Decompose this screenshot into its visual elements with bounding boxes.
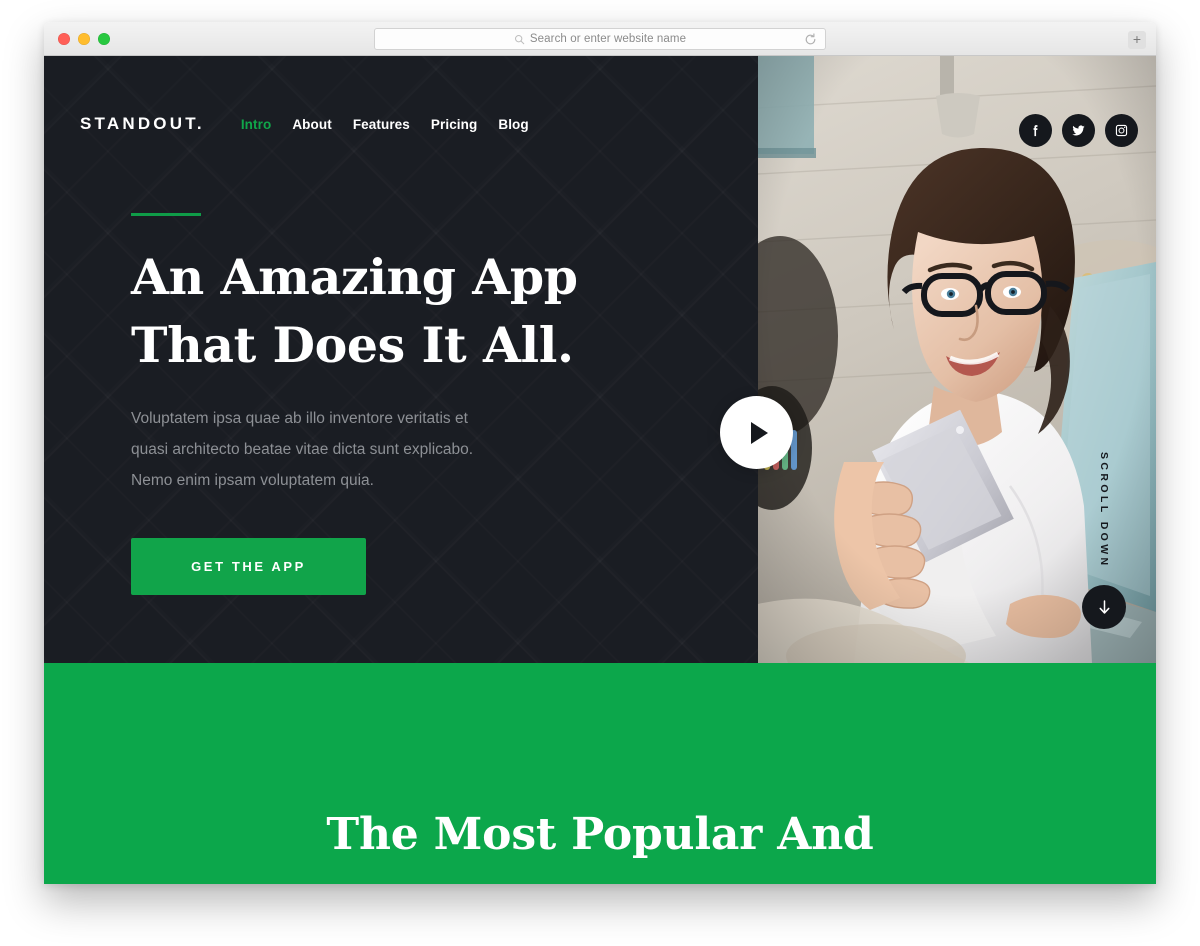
get-the-app-button[interactable]: GET THE APP <box>131 538 366 596</box>
facebook-icon <box>1033 125 1038 137</box>
traffic-lights <box>58 33 110 45</box>
search-icon <box>514 34 525 44</box>
hero-accent-rule <box>131 213 201 216</box>
address-bar-content: Search or enter website name <box>514 33 686 45</box>
window-maximize-button[interactable] <box>98 33 110 45</box>
social-link-instagram[interactable] <box>1105 114 1138 147</box>
social-link-twitter[interactable] <box>1062 114 1095 147</box>
hero-section: STANDOUT. Intro About Features Pricing B… <box>44 56 1156 663</box>
page-viewport: STANDOUT. Intro About Features Pricing B… <box>44 56 1156 884</box>
site-logo[interactable]: STANDOUT. <box>80 114 205 134</box>
scroll-down-button[interactable] <box>1082 585 1126 629</box>
hero-subtitle: Voluptatem ipsa quae ab illo inventore v… <box>131 410 474 490</box>
nav-links: Intro About Features Pricing Blog <box>241 117 529 132</box>
play-video-button[interactable] <box>720 396 793 469</box>
browser-window: Search or enter website name + STANDOUT.… <box>44 22 1156 884</box>
address-bar[interactable]: Search or enter website name <box>374 28 826 50</box>
hero-title: An Amazing App That Does It All. <box>131 248 578 374</box>
scroll-down-label: SCROLL DOWN <box>1098 452 1110 569</box>
twitter-icon <box>1072 125 1085 136</box>
browser-chrome-bar: Search or enter website name + <box>44 22 1156 56</box>
instagram-icon <box>1115 124 1128 137</box>
nav-item-features[interactable]: Features <box>353 117 410 132</box>
nav-item-intro[interactable]: Intro <box>241 117 272 132</box>
scroll-down-control[interactable]: SCROLL DOWN <box>1082 452 1126 629</box>
popular-section-heading: The Most Popular And <box>326 809 874 860</box>
play-icon <box>750 421 768 444</box>
arrow-down-icon <box>1099 599 1109 614</box>
hero-content: An Amazing App That Does It All. Volupta… <box>131 213 651 596</box>
site-navigation: STANDOUT. Intro About Features Pricing B… <box>80 114 529 134</box>
nav-item-about[interactable]: About <box>292 117 331 132</box>
nav-item-pricing[interactable]: Pricing <box>431 117 477 132</box>
social-link-facebook[interactable] <box>1019 114 1052 147</box>
reload-icon[interactable] <box>804 33 817 46</box>
popular-section: The Most Popular And <box>44 663 1156 884</box>
social-links <box>1019 114 1138 147</box>
window-close-button[interactable] <box>58 33 70 45</box>
window-minimize-button[interactable] <box>78 33 90 45</box>
nav-item-blog[interactable]: Blog <box>498 117 528 132</box>
new-tab-button[interactable]: + <box>1128 31 1146 49</box>
address-bar-placeholder: Search or enter website name <box>529 33 687 45</box>
